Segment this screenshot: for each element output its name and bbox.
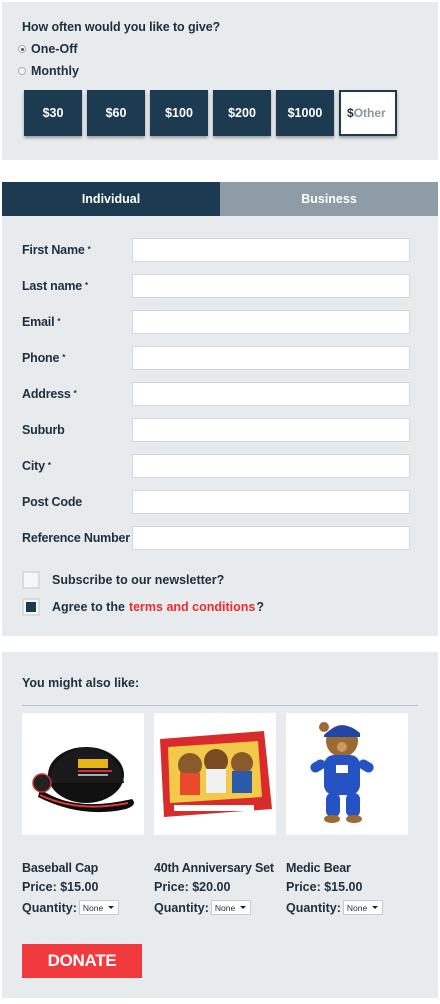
other-amount-input[interactable]: $ Other <box>339 90 397 136</box>
product-name: Medic Bear <box>286 861 351 875</box>
required-marker: * <box>62 353 66 362</box>
radio-dot-icon[interactable] <box>18 67 26 75</box>
donor-details-panel: Individual Business First Name * Last nam… <box>2 182 438 636</box>
amount-button-30[interactable]: $30 <box>24 90 82 136</box>
amount-button-1000[interactable]: $1000 <box>276 90 334 136</box>
product-name: Baseball Cap <box>22 861 99 875</box>
product-card-medic-bear: Medic Bear Price: $15.00 Quantity: None <box>286 713 408 915</box>
medic-bear-image[interactable] <box>286 713 408 835</box>
quantity-select[interactable]: None <box>78 900 119 915</box>
quantity-label: Quantity: <box>154 900 209 915</box>
product-price: Price: $20.00 <box>154 880 231 894</box>
quantity-select[interactable]: None <box>210 900 251 915</box>
divider <box>22 705 418 706</box>
product-price: Price: $15.00 <box>286 880 363 894</box>
field-label: Address * <box>22 387 77 401</box>
field-label: City * <box>22 459 51 473</box>
baseball-cap-image[interactable] <box>22 713 144 835</box>
terms-prefix: Agree to the <box>52 600 125 614</box>
field-last-name: Last name * <box>22 274 410 298</box>
suggestions-panel: You might also like: Baseball Cap Price:… <box>2 652 438 998</box>
newsletter-label: Subscribe to our newsletter? <box>52 573 225 587</box>
field-label: Post Code <box>22 495 83 509</box>
field-reference-number: Reference Number <box>22 526 410 550</box>
product-quantity: Quantity: None <box>22 900 119 915</box>
field-address: Address * <box>22 382 410 406</box>
amount-options: $30 $60 $100 $200 $1000 $ Other <box>24 90 402 136</box>
email-input[interactable] <box>132 310 410 334</box>
field-post-code: Post Code <box>22 490 410 514</box>
field-label: Phone * <box>22 351 66 365</box>
required-marker: * <box>47 461 51 470</box>
donate-button[interactable]: DONATE <box>22 944 142 978</box>
product-name: 40th Anniversary Set <box>154 861 274 875</box>
field-first-name: First Name * <box>22 238 410 262</box>
radio-one-off[interactable]: One-Off <box>18 42 78 56</box>
field-label: Email * <box>22 315 61 329</box>
phone-input[interactable] <box>132 346 410 370</box>
terms-option[interactable]: Agree to the terms and conditions ? <box>22 598 264 616</box>
terms-suffix: ? <box>256 600 264 614</box>
other-amount-placeholder: Other <box>353 106 386 120</box>
anniversary-set-image[interactable] <box>154 713 276 835</box>
tab-individual[interactable]: Individual <box>2 182 220 216</box>
field-label: First Name * <box>22 243 91 257</box>
last-name-input[interactable] <box>132 274 410 298</box>
currency-symbol: $ <box>347 106 354 120</box>
product-card-anniversary-set: 40th Anniversary Set Price: $20.00 Quant… <box>154 713 276 915</box>
city-input[interactable] <box>132 454 410 478</box>
reference-number-input[interactable] <box>132 526 410 550</box>
required-marker: * <box>87 245 91 254</box>
terms-checkbox[interactable] <box>22 598 40 616</box>
chevron-down-icon <box>107 906 114 909</box>
suggestions-title: You might also like: <box>22 676 140 690</box>
donor-type-tabs: Individual Business <box>2 182 438 216</box>
frequency-panel: How often would you like to give? One-Of… <box>2 2 438 160</box>
required-marker: * <box>85 281 88 290</box>
field-email: Email * <box>22 310 410 334</box>
field-label: Reference Number <box>22 531 130 545</box>
quantity-select[interactable]: None <box>342 900 383 915</box>
chevron-down-icon <box>371 906 378 909</box>
radio-dot-icon[interactable] <box>18 45 26 53</box>
radio-label-one-off: One-Off <box>31 42 78 56</box>
radio-label-monthly: Monthly <box>31 64 79 78</box>
newsletter-option[interactable]: Subscribe to our newsletter? <box>22 571 224 589</box>
newsletter-checkbox[interactable] <box>22 571 40 589</box>
suburb-input[interactable] <box>132 418 410 442</box>
required-marker: * <box>57 317 61 326</box>
amount-button-100[interactable]: $100 <box>150 90 208 136</box>
quantity-label: Quantity: <box>22 900 77 915</box>
product-quantity: Quantity: None <box>154 900 251 915</box>
amount-button-200[interactable]: $200 <box>213 90 271 136</box>
address-input[interactable] <box>132 382 410 406</box>
field-suburb: Suburb <box>22 418 410 442</box>
product-quantity: Quantity: None <box>286 900 383 915</box>
amount-button-60[interactable]: $60 <box>87 90 145 136</box>
post-code-input[interactable] <box>132 490 410 514</box>
radio-monthly[interactable]: Monthly <box>18 64 79 78</box>
field-label: Suburb <box>22 423 65 437</box>
terms-link[interactable]: terms and conditions <box>129 600 255 614</box>
product-card-baseball-cap: Baseball Cap Price: $15.00 Quantity: Non… <box>22 713 144 915</box>
field-phone: Phone * <box>22 346 410 370</box>
field-city: City * <box>22 454 410 478</box>
required-marker: * <box>73 389 77 398</box>
first-name-input[interactable] <box>132 238 410 262</box>
product-price: Price: $15.00 <box>22 880 99 894</box>
field-label: Last name * <box>22 279 88 293</box>
quantity-label: Quantity: <box>286 900 341 915</box>
frequency-question: How often would you like to give? <box>22 20 221 34</box>
tab-business[interactable]: Business <box>220 182 438 216</box>
chevron-down-icon <box>239 906 246 909</box>
